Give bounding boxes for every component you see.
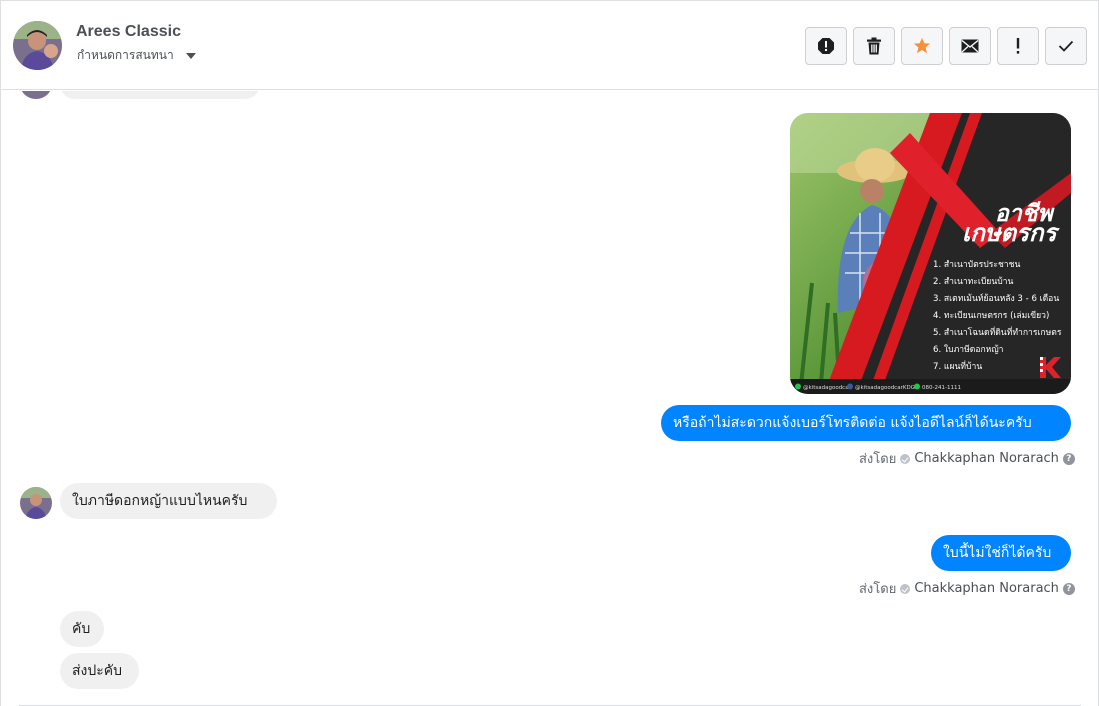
star-button[interactable] bbox=[901, 27, 943, 65]
agent-name[interactable]: Chakkaphan Norarach bbox=[914, 581, 1059, 596]
agent-name[interactable]: Chakkaphan Norarach bbox=[914, 451, 1059, 466]
poster-item: 5. สำเนาโฉนดที่ดินที่ทำการเกษตร bbox=[933, 326, 1062, 338]
verified-icon bbox=[900, 583, 911, 594]
exclamation-icon bbox=[1015, 38, 1021, 54]
poster-item: 3. สเตทเม้นท์ย้อนหลัง 3 - 6 เดือน bbox=[933, 293, 1059, 304]
conversation-toolbar bbox=[805, 27, 1087, 65]
assign-conversation-label: กำหนดการสนทนา bbox=[77, 48, 174, 62]
poster-item: 7. แผนที่บ้าน bbox=[933, 360, 982, 372]
envelope-icon bbox=[961, 39, 979, 53]
message-thread[interactable]: อาชีพ เกษตรกร 1. สำเนาบัตรประชาชน 2. สำเ… bbox=[1, 91, 1098, 706]
poster-footer-facebook: @kitsadagoodcarKDG bbox=[855, 385, 915, 391]
poster-footer-line: @kitsadagoodcar bbox=[803, 385, 852, 391]
contact-avatar[interactable] bbox=[13, 21, 62, 70]
delete-button[interactable] bbox=[853, 27, 895, 65]
help-icon[interactable]: ? bbox=[1062, 452, 1075, 465]
mark-unread-button[interactable] bbox=[949, 27, 991, 65]
sent-by-info: ส่งโดย Chakkaphan Norarach ? bbox=[859, 578, 1075, 599]
verified-icon bbox=[900, 453, 911, 464]
contact-name[interactable]: Arees Classic bbox=[76, 23, 181, 41]
caret-down-icon bbox=[185, 52, 196, 59]
sent-by-label: ส่งโดย bbox=[859, 452, 897, 467]
mark-spam-button[interactable] bbox=[805, 27, 847, 65]
contact-avatar-small bbox=[20, 487, 52, 519]
image-message[interactable]: อาชีพ เกษตรกร 1. สำเนาบัตรประชาชน 2. สำเ… bbox=[790, 113, 1071, 394]
poster-item: 1. สำเนาบัตรประชาชน bbox=[933, 260, 1020, 270]
help-icon[interactable]: ? bbox=[1062, 582, 1075, 595]
requirements-poster-image: อาชีพ เกษตรกร 1. สำเนาบัตรประชาชน 2. สำเ… bbox=[790, 113, 1071, 394]
alert-icon bbox=[817, 37, 835, 55]
poster-footer-phone: 080-241-1111 bbox=[922, 385, 961, 391]
incoming-message-bubble: ส่งปะคับ bbox=[60, 653, 139, 689]
assign-conversation-dropdown[interactable]: กำหนดการสนทนา bbox=[77, 46, 196, 65]
incoming-message-bubble: ใบภาษีดอกหญ้าแบบไหนครับ bbox=[60, 483, 277, 519]
trash-icon bbox=[866, 37, 882, 55]
check-icon bbox=[1058, 40, 1074, 52]
sent-by-info: ส่งโดย Chakkaphan Norarach ? bbox=[859, 448, 1075, 469]
poster-item: 2. สำเนาทะเบียนบ้าน bbox=[933, 276, 1014, 287]
inbox-conversation-panel: Arees Classic กำหนดการสนทนา อาชีพ เกษตรก… bbox=[0, 0, 1099, 706]
incoming-message-bubble bbox=[60, 91, 260, 99]
contact-avatar-small bbox=[20, 91, 52, 99]
sent-by-label: ส่งโดย bbox=[859, 582, 897, 597]
poster-item: 4. ทะเบียนเกษตรกร (เล่มเขียว) bbox=[933, 310, 1049, 321]
poster-item: 6. ใบภาษีดอกหญ้า bbox=[933, 344, 1004, 355]
poster-title-line2: เกษตรกร bbox=[962, 219, 1061, 247]
mark-done-button[interactable] bbox=[1045, 27, 1087, 65]
conversation-header: Arees Classic กำหนดการสนทนา bbox=[1, 1, 1098, 90]
incoming-message-bubble: คับ bbox=[60, 611, 104, 647]
outgoing-message-bubble: ใบนี้ไม่ใช่ก็ได้ครับ bbox=[931, 535, 1071, 571]
star-icon bbox=[913, 37, 931, 55]
outgoing-message-bubble: หรือถ้าไม่สะดวกแจ้งเบอร์โทรติดต่อ แจ้งไอ… bbox=[661, 405, 1071, 441]
follow-up-button[interactable] bbox=[997, 27, 1039, 65]
